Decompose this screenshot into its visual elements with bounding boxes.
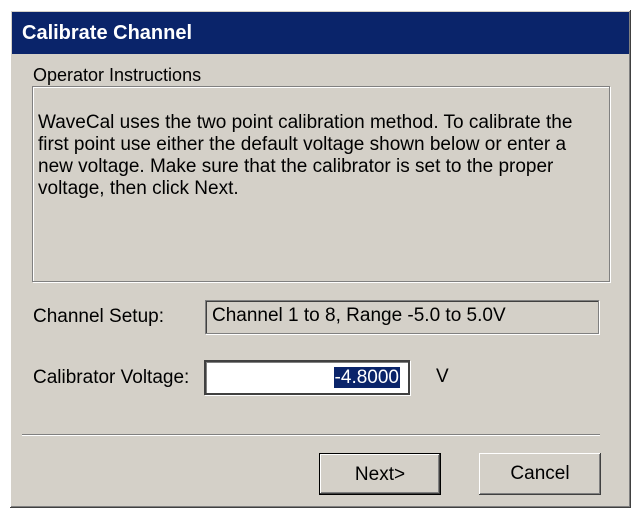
channel-setup-label: Channel Setup: <box>33 306 164 327</box>
cancel-button[interactable]: Cancel <box>479 453 601 495</box>
next-button[interactable]: Next> <box>319 453 441 495</box>
dialog-title: Calibrate Channel <box>12 12 629 54</box>
calibrator-voltage-label: Calibrator Voltage: <box>33 367 190 388</box>
calibrator-voltage-input[interactable]: -4.8000 <box>204 360 410 395</box>
separator-line <box>22 434 600 436</box>
voltage-unit-label: V <box>436 366 449 387</box>
operator-instructions-label: Operator Instructions <box>30 64 205 86</box>
instructions-text: WaveCal uses the two point calibration m… <box>38 112 573 199</box>
channel-setup-field: Channel 1 to 8, Range -5.0 to 5.0V <box>205 300 599 334</box>
calibrator-voltage-value: -4.8000 <box>333 367 400 388</box>
